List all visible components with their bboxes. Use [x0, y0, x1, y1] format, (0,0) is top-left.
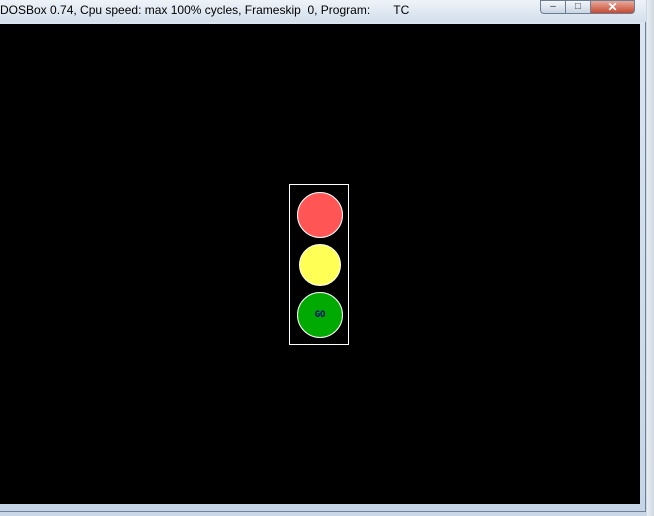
title-bar[interactable]: DOSBox 0.74, Cpu speed: max 100% cycles,…	[0, 0, 646, 22]
go-label: GO	[314, 310, 326, 320]
yellow-lamp	[299, 244, 341, 286]
window-controls: – □ ✕	[540, 0, 635, 15]
maximize-button[interactable]: □	[566, 0, 591, 14]
red-lamp	[297, 192, 343, 238]
minimize-icon: –	[550, 1, 556, 12]
dosbox-window: DOSBox 0.74, Cpu speed: max 100% cycles,…	[0, 0, 646, 512]
background-window-edge	[647, 0, 654, 516]
window-title: DOSBox 0.74, Cpu speed: max 100% cycles,…	[0, 3, 410, 17]
maximize-icon: □	[574, 1, 582, 12]
close-button[interactable]: ✕	[591, 0, 635, 14]
minimize-button[interactable]: –	[540, 0, 566, 14]
dos-screen[interactable]: GO	[0, 24, 640, 504]
close-icon: ✕	[607, 0, 618, 14]
green-lamp: GO	[297, 292, 343, 338]
traffic-light-housing: GO	[289, 184, 349, 345]
